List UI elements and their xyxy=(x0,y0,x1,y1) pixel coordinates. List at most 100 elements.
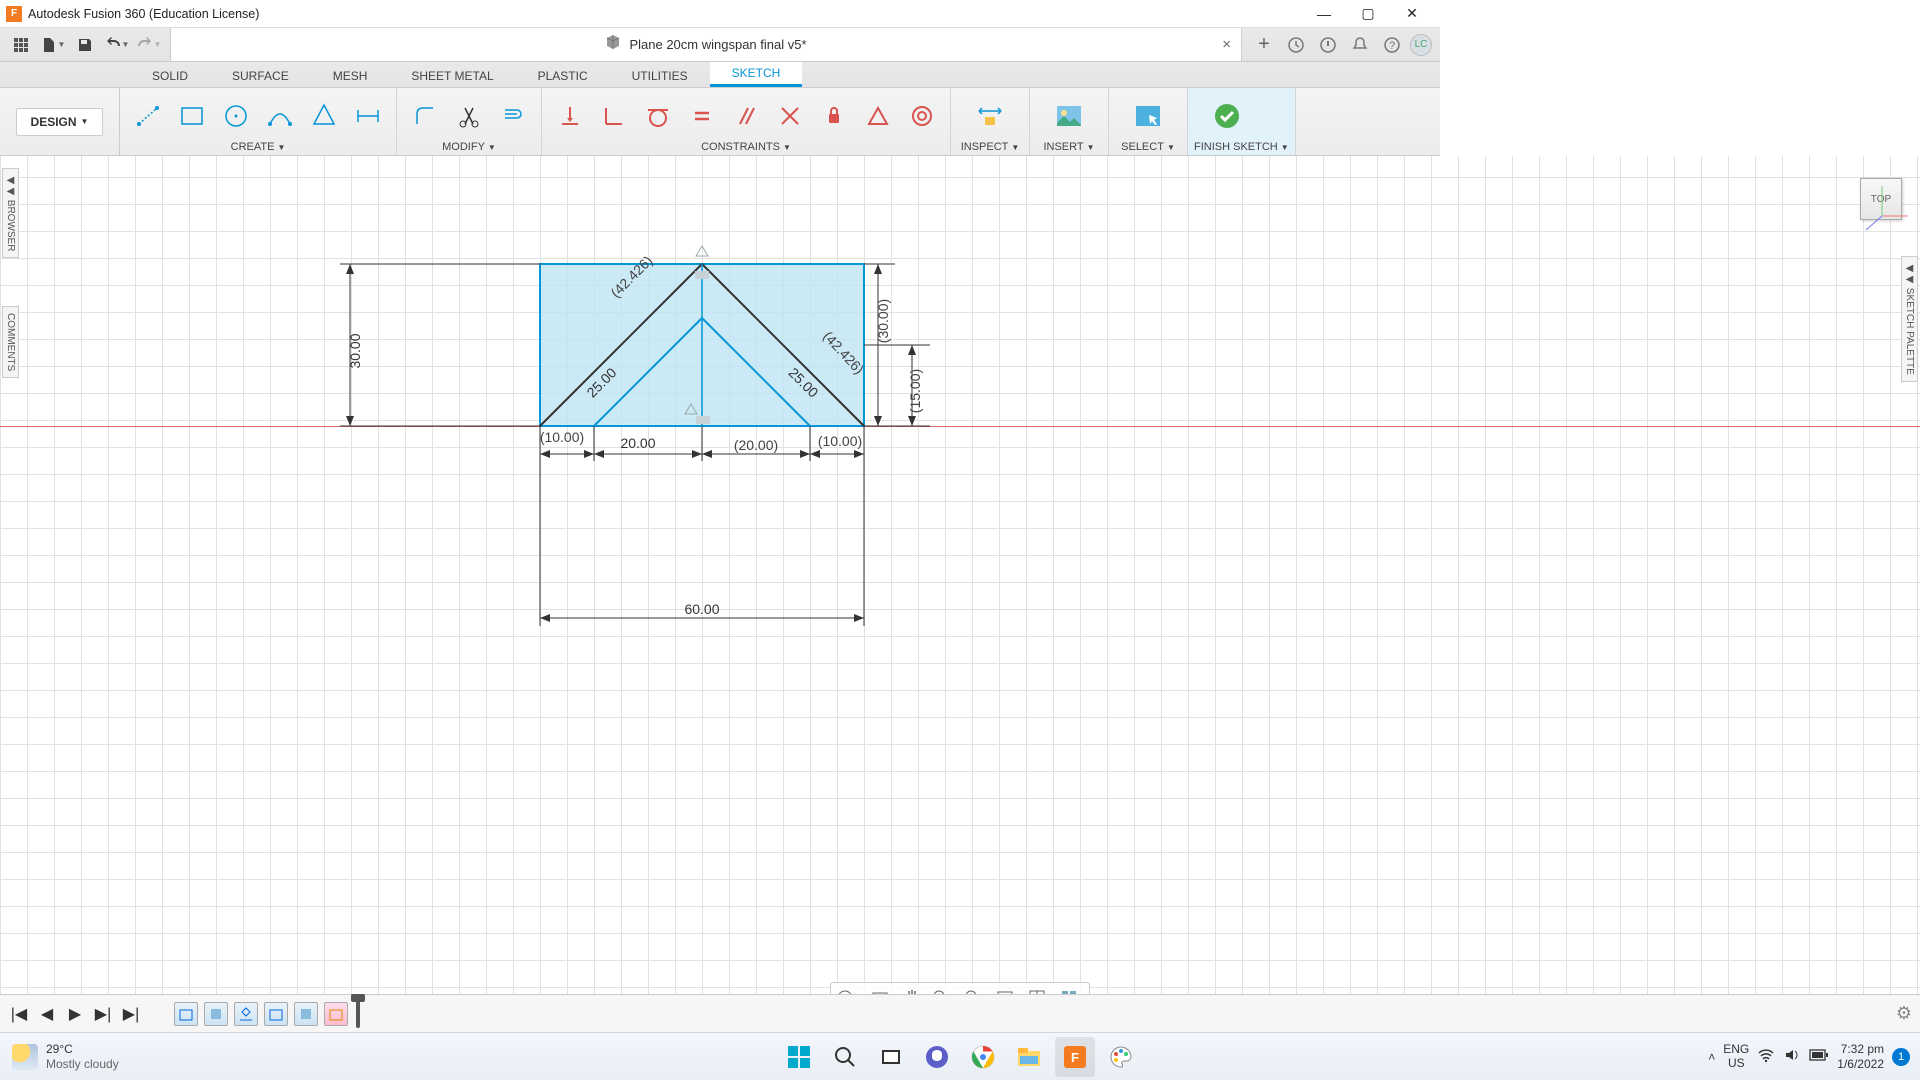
battery-icon[interactable] xyxy=(1809,1048,1829,1065)
dim-20a: 20.00 xyxy=(620,435,655,451)
inspect-label[interactable]: INSPECT xyxy=(961,141,1009,153)
polygon-tool[interactable] xyxy=(306,96,342,136)
create-label[interactable]: CREATE xyxy=(231,141,275,153)
tab-mesh[interactable]: MESH xyxy=(311,65,390,87)
file-menu-button[interactable]: ▼ xyxy=(40,32,66,58)
modify-label[interactable]: MODIFY xyxy=(442,141,485,153)
timeline-feature-6[interactable] xyxy=(324,1002,348,1026)
circle-tool[interactable] xyxy=(218,96,254,136)
extensions-button[interactable] xyxy=(1282,31,1310,59)
lang-1[interactable]: ENG xyxy=(1723,1043,1749,1056)
clock[interactable]: 7:32 pm 1/6/2022 xyxy=(1837,1042,1884,1071)
dim-10b: (10.00) xyxy=(818,433,862,449)
finish-sketch-button[interactable] xyxy=(1198,96,1256,136)
new-tab-button[interactable]: + xyxy=(1250,31,1278,59)
timeline-start[interactable]: |◀ xyxy=(8,1003,30,1025)
rectangle-tool[interactable] xyxy=(174,96,210,136)
tab-solid[interactable]: SOLID xyxy=(130,65,210,87)
lang-2[interactable]: US xyxy=(1723,1057,1749,1070)
fillet-tool[interactable] xyxy=(407,96,443,136)
parallel-constraint[interactable] xyxy=(728,96,764,136)
timeline-feature-3[interactable] xyxy=(234,1002,258,1026)
insert-label[interactable]: INSERT xyxy=(1043,141,1083,153)
explorer-app[interactable] xyxy=(1009,1037,1049,1077)
equal-constraint[interactable] xyxy=(684,96,720,136)
tab-surface[interactable]: SURFACE xyxy=(210,65,311,87)
titlebar: F Autodesk Fusion 360 (Education License… xyxy=(0,0,1440,28)
ribbon-group-constraints: CONSTRAINTS▼ xyxy=(542,88,951,155)
canvas[interactable]: ◀◀ BROWSER COMMENTS ◀◀ SKETCH PALETTE TO… xyxy=(0,156,1920,1032)
concentric-constraint[interactable] xyxy=(904,96,940,136)
date: 1/6/2022 xyxy=(1837,1057,1884,1071)
maximize-button[interactable]: ▢ xyxy=(1346,0,1390,28)
fusion-app[interactable]: F xyxy=(1055,1037,1095,1077)
fix-constraint[interactable] xyxy=(816,96,852,136)
close-window-button[interactable]: ✕ xyxy=(1390,0,1434,28)
weather-widget[interactable]: 29°C Mostly cloudy xyxy=(0,1042,131,1071)
timeline-end[interactable]: ▶| xyxy=(120,1003,142,1025)
job-status-button[interactable] xyxy=(1314,31,1342,59)
timeline-feature-4[interactable] xyxy=(264,1002,288,1026)
timeline-feature-2[interactable] xyxy=(204,1002,228,1026)
timeline-playhead[interactable] xyxy=(356,1000,360,1028)
slot-tool[interactable] xyxy=(350,96,386,136)
arc-tool[interactable] xyxy=(262,96,298,136)
dim-10a: (10.00) xyxy=(540,429,584,445)
quick-access-row: ▼ ▼ ▼ Plane 20cm wingspan final v5* × + … xyxy=(0,28,1440,62)
timeline-play[interactable]: ▶ xyxy=(64,1003,86,1025)
taskview-button[interactable] xyxy=(871,1037,911,1077)
save-button[interactable] xyxy=(72,32,98,58)
timeline-back[interactable]: ◀ xyxy=(36,1003,58,1025)
document-tab[interactable]: Plane 20cm wingspan final v5* × xyxy=(170,28,1242,61)
system-tray[interactable]: ˄ ENG US xyxy=(1708,1043,1829,1069)
sketch-palette-tab[interactable]: ◀◀ SKETCH PALETTE xyxy=(1901,256,1918,382)
user-avatar[interactable]: LC xyxy=(1410,34,1432,56)
help-button[interactable]: ? xyxy=(1378,31,1406,59)
tab-plastic[interactable]: PLASTIC xyxy=(516,65,610,87)
app-icon: F xyxy=(6,6,22,22)
inspect-tool[interactable] xyxy=(961,96,1019,136)
chrome-app[interactable] xyxy=(963,1037,1003,1077)
notifications-button[interactable] xyxy=(1346,31,1374,59)
dim-60: 60.00 xyxy=(684,601,719,617)
coincident-constraint[interactable] xyxy=(596,96,632,136)
paint-app[interactable] xyxy=(1101,1037,1141,1077)
select-tool[interactable] xyxy=(1119,96,1177,136)
timeline-fwd[interactable]: ▶| xyxy=(92,1003,114,1025)
minimize-button[interactable]: — xyxy=(1302,0,1346,28)
tray-chevron-icon[interactable]: ˄ xyxy=(1708,1050,1715,1064)
select-label[interactable]: SELECT xyxy=(1121,141,1164,153)
wifi-icon[interactable] xyxy=(1757,1046,1775,1067)
redo-button[interactable]: ▼ xyxy=(136,32,162,58)
viewcube[interactable]: TOP xyxy=(1860,178,1902,220)
constraints-label[interactable]: CONSTRAINTS xyxy=(701,141,780,153)
windows-taskbar: 29°C Mostly cloudy F ˄ ENG US 7:32 pm 1/… xyxy=(0,1032,1920,1080)
perpendicular-constraint[interactable] xyxy=(772,96,808,136)
close-tab-button[interactable]: × xyxy=(1222,36,1231,53)
weather-desc: Mostly cloudy xyxy=(46,1057,119,1071)
insert-tool[interactable] xyxy=(1040,96,1098,136)
cube-icon xyxy=(605,34,621,55)
finish-label[interactable]: FINISH SKETCH xyxy=(1194,141,1278,153)
time: 7:32 pm xyxy=(1837,1042,1884,1056)
undo-button[interactable]: ▼ xyxy=(104,32,130,58)
tangent-constraint[interactable] xyxy=(640,96,676,136)
search-button[interactable] xyxy=(825,1037,865,1077)
midpoint-constraint[interactable] xyxy=(860,96,896,136)
tab-utilities[interactable]: UTILITIES xyxy=(610,65,710,87)
data-panel-button[interactable] xyxy=(8,32,34,58)
chat-app[interactable] xyxy=(917,1037,957,1077)
timeline-feature-5[interactable] xyxy=(294,1002,318,1026)
horizontal-vertical-constraint[interactable] xyxy=(552,96,588,136)
volume-icon[interactable] xyxy=(1783,1046,1801,1067)
offset-tool[interactable] xyxy=(495,96,531,136)
timeline-feature-1[interactable] xyxy=(174,1002,198,1026)
line-tool[interactable] xyxy=(130,96,166,136)
notification-badge[interactable]: 1 xyxy=(1892,1048,1910,1066)
workspace-switcher[interactable]: DESIGN▼ xyxy=(16,108,104,136)
start-button[interactable] xyxy=(779,1037,819,1077)
timeline-settings[interactable]: ⚙ xyxy=(1896,1003,1912,1024)
tab-sketch[interactable]: SKETCH xyxy=(710,62,803,87)
trim-tool[interactable] xyxy=(451,96,487,136)
tab-sheet-metal[interactable]: SHEET METAL xyxy=(389,65,515,87)
